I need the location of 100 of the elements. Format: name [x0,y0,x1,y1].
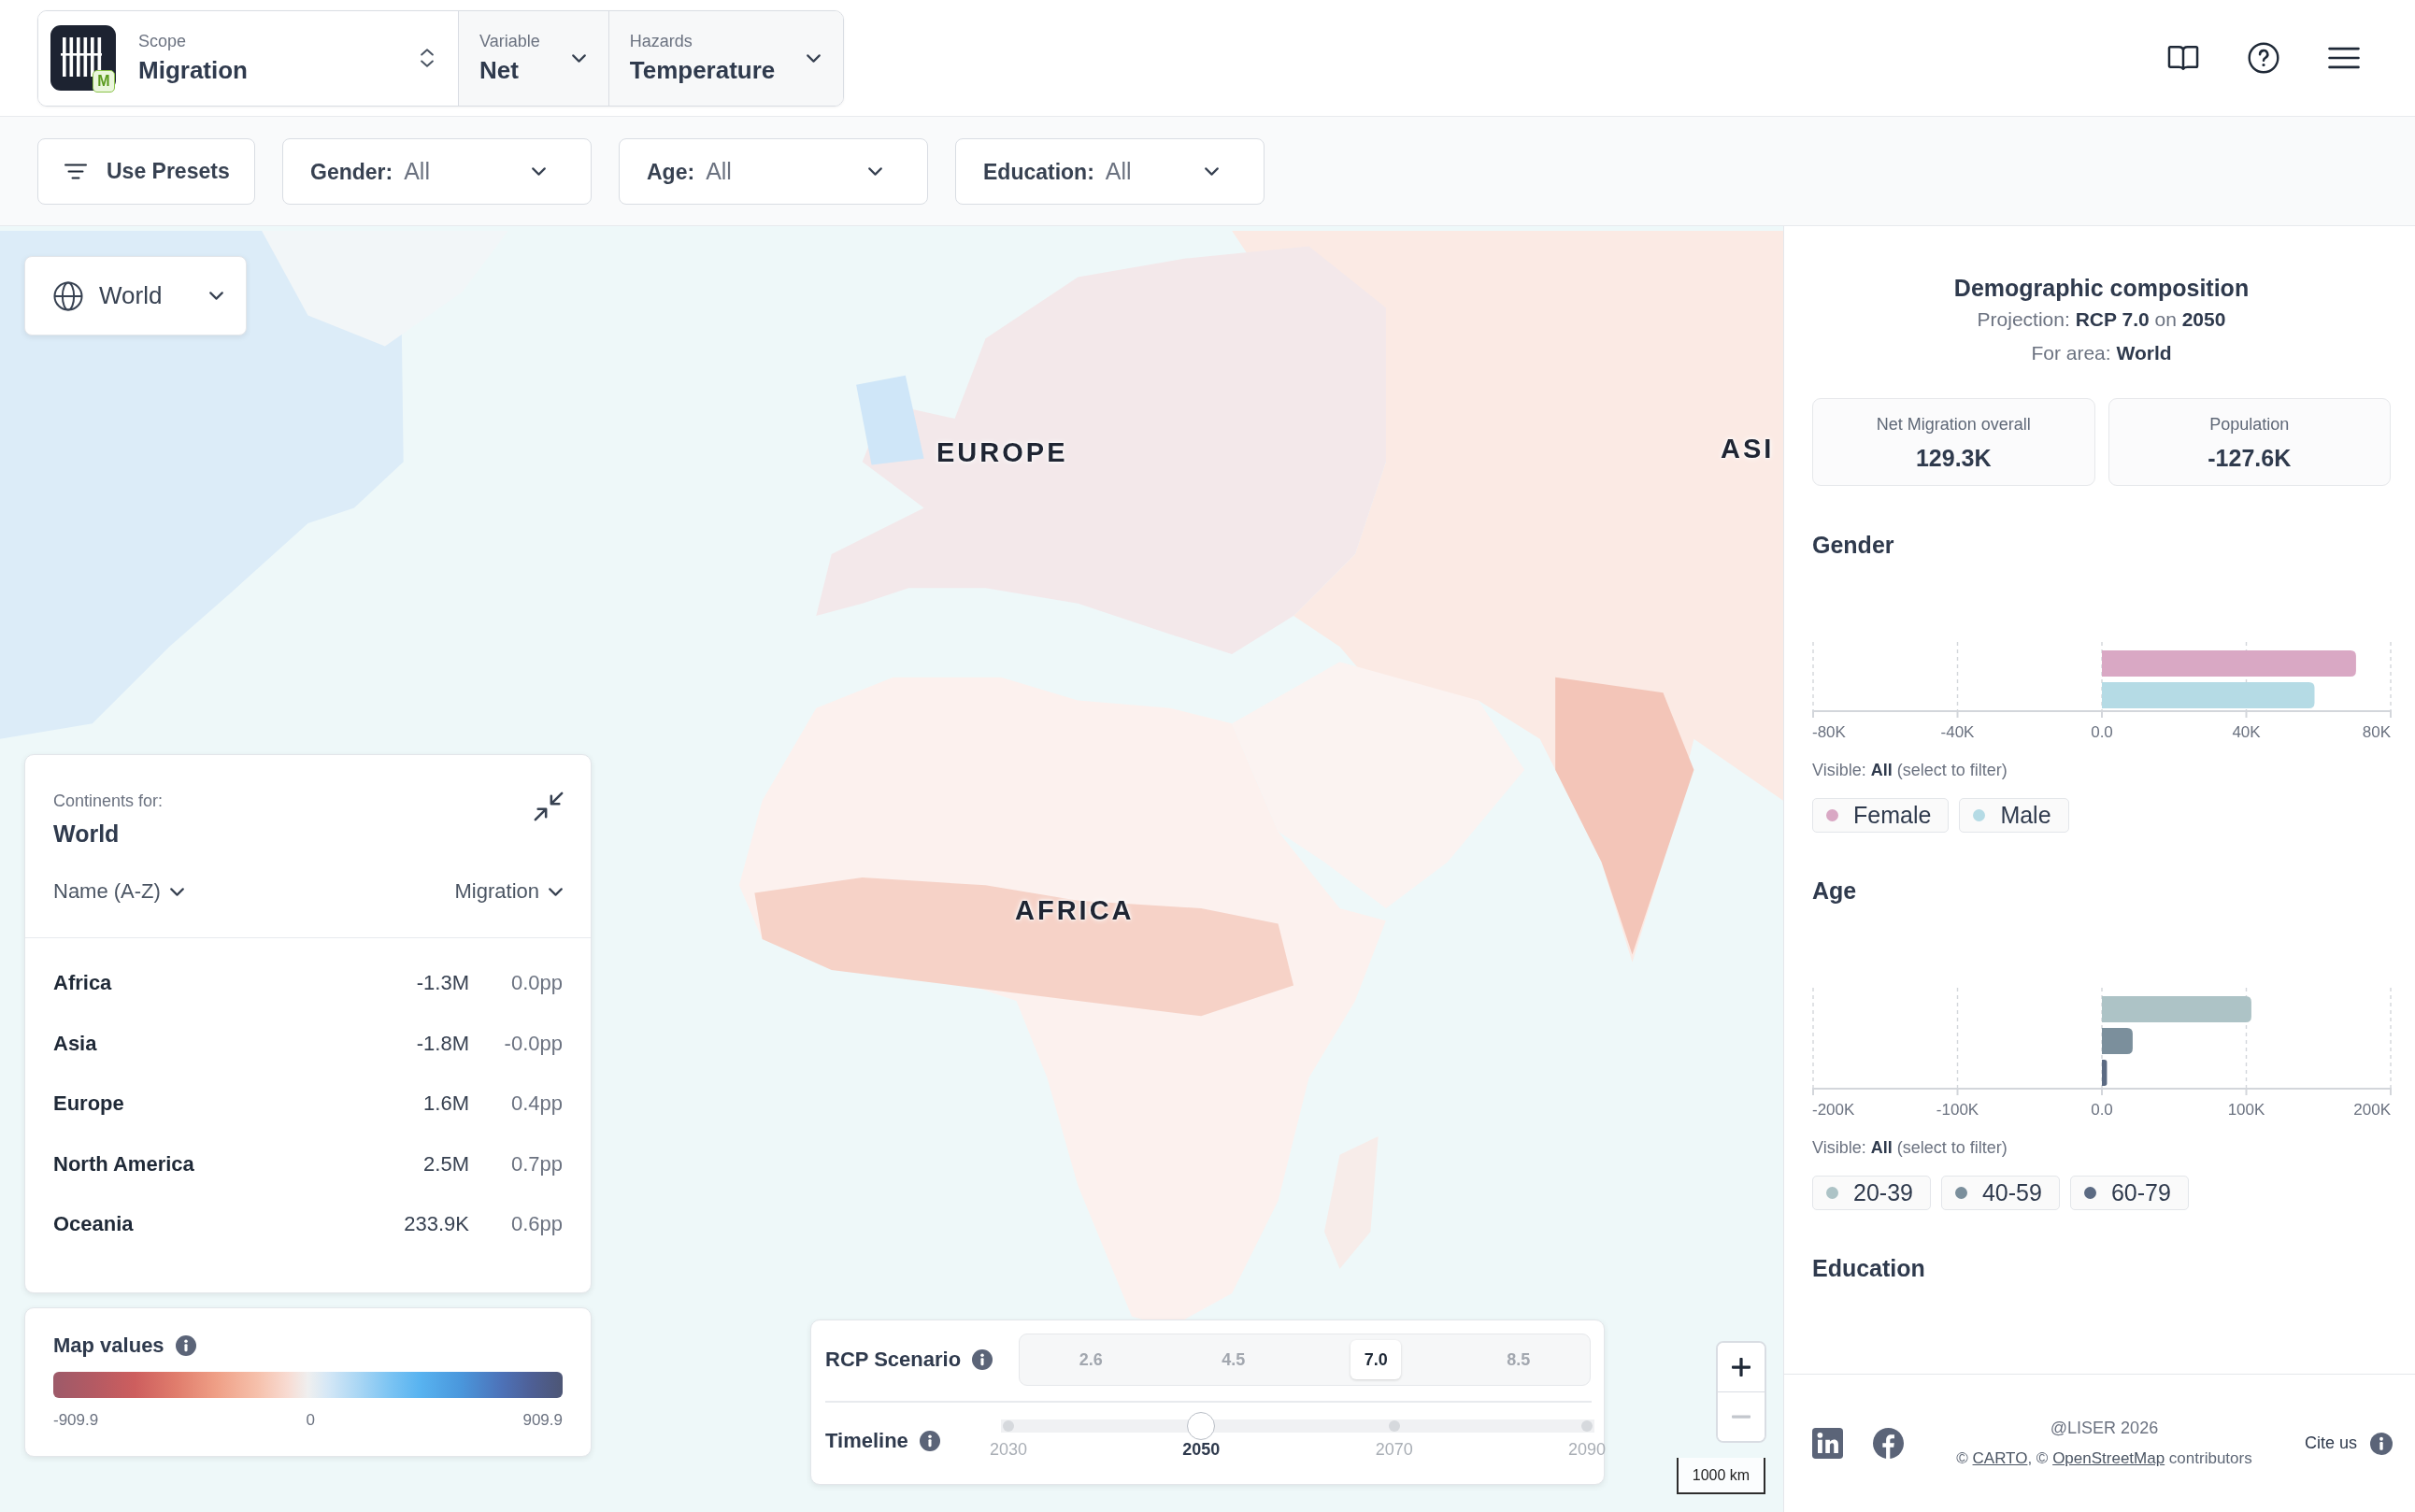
book-icon[interactable] [2167,45,2199,71]
minus-icon [1732,1415,1751,1419]
copyright-text: @LISER 2026 [2050,1419,2159,1438]
net-migration-value: 2.5M [423,1151,469,1177]
scale-bar: 1000 km [1677,1458,1765,1494]
logo-badge: M [93,70,115,93]
map-label: ASI [1721,435,1775,464]
chart-bar[interactable] [2102,1060,2108,1086]
legend-chip[interactable]: 40-59 [1940,1176,2060,1210]
axis-tick-label: 0.0 [2091,723,2113,741]
chevron-down-icon [549,887,563,896]
filter-icon [64,163,87,179]
axis-tick-label: 100K [2227,1101,2265,1119]
attribution-text: © CARTO, © OpenStreetMap contributors [1956,1449,2252,1468]
map-values-title: Map values [53,1333,164,1359]
scenario-label: RCP Scenario [825,1348,962,1372]
section-heading: Education [1812,1254,1926,1282]
cite-button[interactable]: Cite us [2304,1432,2393,1455]
axis-tick-label: 40K [2232,723,2261,741]
scope-selector[interactable]: M Scope Migration [38,10,459,106]
axis-tick-label: -200K [1812,1101,1855,1119]
continent-name: Asia [53,1031,98,1056]
filter-note: Visible: All (select to filter) [1812,1137,2008,1158]
timeline-label: Timeline [825,1429,908,1453]
chevron-down-icon [807,53,822,63]
chevron-down-icon [532,166,546,176]
linkedin-icon[interactable] [1812,1428,1843,1459]
axis-tick-label: -40K [1940,723,1975,741]
facebook-icon[interactable] [1873,1428,1904,1459]
change-value: -0.0pp [503,1031,563,1056]
continent-name: Africa [53,971,113,996]
filter-dropdown[interactable]: Education: All [955,137,1265,205]
striped-logo-icon [50,25,116,91]
selector-dropdown[interactable]: Hazards Temperature [608,10,844,106]
legend-chip[interactable]: 20-39 [1812,1176,1931,1210]
axis-tick-label: 200K [2353,1101,2391,1119]
scale-label: -909.9 [53,1411,99,1430]
menu-icon[interactable] [2328,47,2360,69]
info-icon[interactable] [2370,1432,2393,1455]
area-dropdown[interactable]: World [24,256,247,335]
plus-icon [1732,1358,1751,1376]
presets-button[interactable]: Use Presets [37,137,255,205]
net-migration-value: 233.9K [404,1212,469,1237]
sort-name-button[interactable]: Name (A-Z) [53,877,184,906]
axis-tick-label: 80K [2362,723,2391,741]
legend-chip[interactable]: 60-79 [2069,1176,2189,1210]
section-heading: Age [1812,877,1858,905]
change-value: 0.7pp [509,1151,563,1177]
panel-title: World [53,820,121,848]
projection-text: Projection: RCP 7.0 on 2050 [1976,307,2227,332]
net-migration-value: -1.3M [416,971,469,996]
map-label: EUROPE [936,438,1068,468]
scale-label: 909.9 [522,1411,563,1430]
year-label[interactable]: 2050 [1173,1439,1230,1460]
scenario-option[interactable]: 7.0 [1350,1340,1402,1379]
chevron-down-icon [571,53,586,63]
attribution-link[interactable]: CARTO [1972,1449,2028,1467]
panel-heading: Demographic composition [1952,274,2251,303]
filter-dropdown[interactable]: Age: All [619,137,928,205]
attribution-link[interactable]: OpenStreetMap [2052,1449,2165,1467]
stop-dot-icon[interactable] [1388,1419,1400,1432]
continent-name: North America [53,1151,195,1177]
stop-dot-icon[interactable] [1581,1419,1593,1432]
change-value: 0.4pp [509,1091,563,1117]
continent-name: Oceania [53,1212,135,1237]
chevron-down-icon [169,887,184,896]
panel-caption: Continents for: [53,791,164,811]
net-migration-value: -1.8M [416,1031,469,1056]
axis-tick-label: 0.0 [2091,1101,2113,1119]
sort-metric-button[interactable]: Migration [454,877,563,906]
filter-note: Visible: All (select to filter) [1812,760,2008,780]
globe-icon [53,280,83,311]
map-label: AFRICA [1015,896,1135,926]
legend-chip[interactable]: Female [1812,798,1950,833]
info-icon[interactable] [919,1431,940,1451]
chevron-down-icon [209,292,223,300]
stat-value: -127.6K [2208,444,2292,472]
axis-tick-label: -100K [1936,1101,1979,1119]
compress-icon[interactable] [533,791,564,822]
change-value: 0.6pp [509,1212,563,1237]
section-heading: Gender [1812,531,1895,559]
stat-label: Population [2209,414,2290,435]
chevron-down-icon [1205,166,1219,176]
chevron-down-icon [868,166,882,176]
help-icon[interactable] [2248,42,2279,74]
axis-tick-label: -80K [1812,723,1846,741]
stat-value: 129.3K [1915,444,1992,472]
stat-label: Net Migration overall [1876,414,2031,435]
up-down-chevron-icon [421,48,434,68]
net-migration-value: 1.6M [423,1091,469,1117]
slider-thumb[interactable] [1187,1411,1216,1440]
continent-name: Europe [53,1091,125,1117]
filter-dropdown[interactable]: Gender: All [282,137,592,205]
stop-dot-icon[interactable] [1003,1419,1014,1432]
selector-dropdown[interactable]: Variable Net [459,10,609,106]
info-icon[interactable] [175,1335,196,1356]
legend-chip[interactable]: Male [1959,798,2069,833]
change-value: 0.0pp [509,971,563,996]
area-text: For area: World [2030,341,2173,365]
info-icon[interactable] [972,1349,993,1370]
